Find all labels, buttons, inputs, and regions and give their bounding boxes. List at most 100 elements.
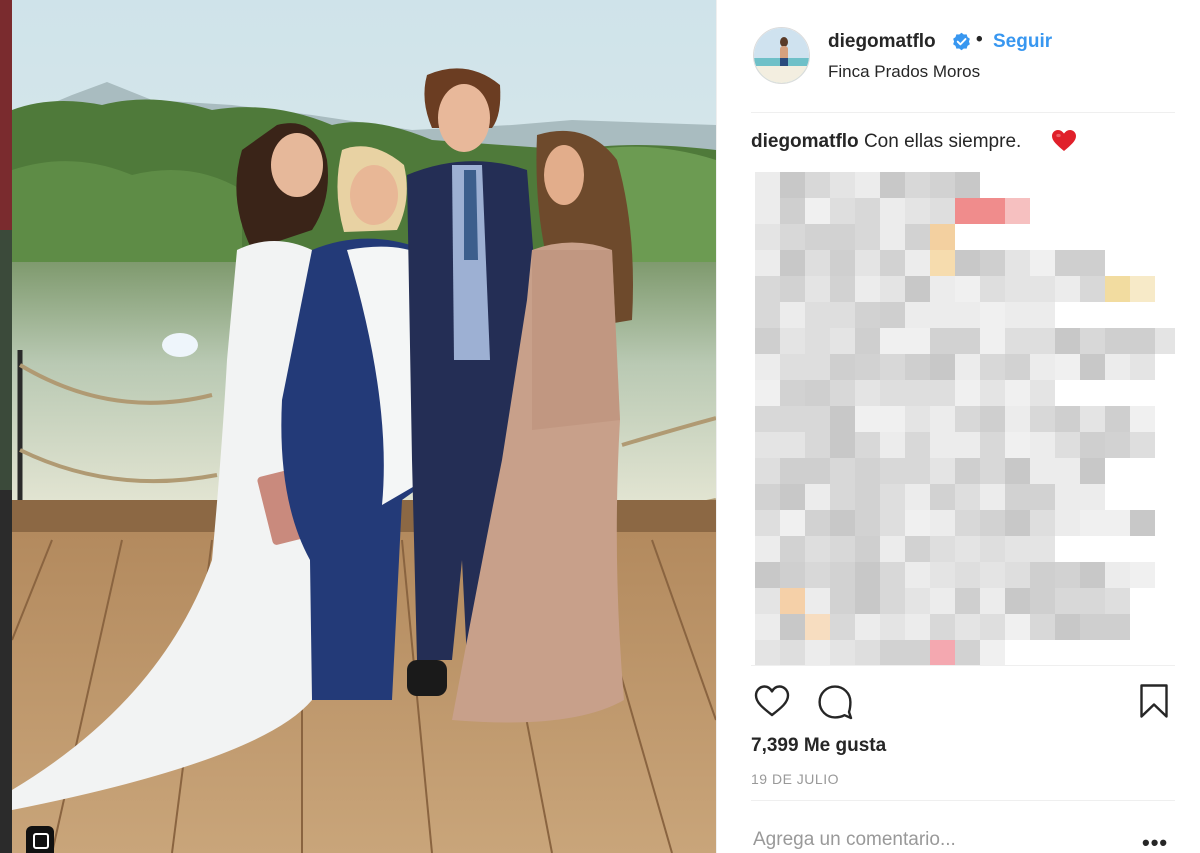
caption-text: Con ellas siempre. [863, 131, 1022, 152]
blur-pixel [755, 614, 780, 640]
blur-pixel [805, 484, 830, 510]
blur-pixel [980, 588, 1005, 614]
comment-input[interactable] [753, 827, 1113, 853]
blur-pixel [805, 510, 830, 536]
post-header: diegomatflo • Seguir Finca Prados Moros [717, 0, 1200, 112]
blur-pixel [780, 380, 805, 406]
blur-pixel [880, 640, 905, 666]
blur-pixel [755, 172, 780, 198]
blur-pixel [830, 406, 855, 432]
blur-pixel [755, 380, 780, 406]
blur-pixel [805, 224, 830, 250]
blur-pixel [880, 224, 905, 250]
blur-pixel [980, 510, 1005, 536]
blur-pixel [980, 458, 1005, 484]
blur-pixel [830, 328, 855, 354]
red-heart-icon [1052, 130, 1076, 151]
location-link[interactable]: Finca Prados Moros [828, 62, 980, 82]
blur-pixel [855, 328, 880, 354]
blur-pixel-accent [930, 250, 955, 276]
blur-pixel [780, 562, 805, 588]
blur-pixel [1030, 614, 1055, 640]
blur-pixel [905, 276, 930, 302]
ellipsis-icon[interactable]: ••• [1142, 830, 1168, 853]
blur-pixel [780, 484, 805, 510]
blur-pixel [1005, 354, 1030, 380]
blur-pixel [905, 640, 930, 666]
blur-pixel [830, 198, 855, 224]
divider [751, 800, 1175, 801]
blur-pixel [855, 432, 880, 458]
blur-pixel [805, 640, 830, 666]
blur-pixel [1080, 510, 1105, 536]
blur-pixel [1080, 328, 1105, 354]
blur-pixel [805, 276, 830, 302]
blur-pixel [830, 614, 855, 640]
blur-pixel [955, 172, 980, 198]
blur-pixel [805, 536, 830, 562]
blur-pixel [755, 484, 780, 510]
blur-pixel [1005, 276, 1030, 302]
blur-pixel [755, 588, 780, 614]
blur-pixel [880, 484, 905, 510]
blur-pixel [780, 458, 805, 484]
blur-pixel [1005, 536, 1030, 562]
blur-pixel [1030, 562, 1055, 588]
blur-pixel [1130, 432, 1155, 458]
blur-pixel [755, 250, 780, 276]
blur-pixel [1005, 380, 1030, 406]
blur-pixel [755, 536, 780, 562]
blur-pixel-accent [930, 640, 955, 666]
blur-pixel [880, 198, 905, 224]
blur-pixel [830, 276, 855, 302]
blur-pixel [855, 172, 880, 198]
bookmark-icon[interactable] [1139, 683, 1169, 719]
speech-bubble-icon[interactable] [817, 684, 853, 720]
blur-pixel [1080, 562, 1105, 588]
blur-pixel [1005, 562, 1030, 588]
verified-badge-icon [953, 32, 970, 51]
blur-pixel [1030, 536, 1055, 562]
blur-pixel [830, 224, 855, 250]
avatar[interactable] [753, 27, 810, 84]
blur-pixel [1005, 302, 1030, 328]
blurred-comment-row [755, 510, 1160, 536]
blur-pixel [1130, 510, 1155, 536]
blur-pixel [1055, 250, 1080, 276]
blur-pixel [980, 276, 1005, 302]
left-edge-strip-top [0, 0, 12, 230]
blur-pixel [1005, 432, 1030, 458]
blurred-comment-row [755, 328, 1175, 354]
blur-pixel [1105, 354, 1130, 380]
blur-pixel [1105, 510, 1130, 536]
heart-outline-icon[interactable] [754, 684, 790, 718]
likes-count[interactable]: 7,399 Me gusta [751, 735, 886, 757]
blur-pixel [1030, 484, 1055, 510]
blur-pixel [1030, 328, 1055, 354]
blurred-comment-row [755, 406, 1155, 432]
username[interactable]: diegomatflo [828, 31, 936, 53]
multiple-photos-icon [26, 826, 54, 853]
blur-pixel [1005, 484, 1030, 510]
caption-username[interactable]: diegomatflo [751, 131, 859, 152]
blur-pixel [830, 172, 855, 198]
blur-pixel-accent [1105, 276, 1130, 302]
follow-button[interactable]: Seguir [993, 31, 1052, 53]
blur-pixel [980, 328, 1005, 354]
blur-pixel [1055, 276, 1080, 302]
blur-pixel [1005, 614, 1030, 640]
blur-pixel [1030, 458, 1055, 484]
blur-pixel [855, 354, 880, 380]
blur-pixel [930, 276, 955, 302]
post-photo[interactable] [12, 0, 716, 853]
blur-pixel [855, 640, 880, 666]
blur-pixel [780, 432, 805, 458]
blur-pixel [805, 354, 830, 380]
blur-pixel [930, 510, 955, 536]
blurred-comment-row [755, 484, 1115, 510]
blur-pixel [980, 250, 1005, 276]
blur-pixel [930, 406, 955, 432]
blur-pixel [1080, 432, 1105, 458]
blur-pixel [1030, 432, 1055, 458]
blur-pixel [780, 276, 805, 302]
